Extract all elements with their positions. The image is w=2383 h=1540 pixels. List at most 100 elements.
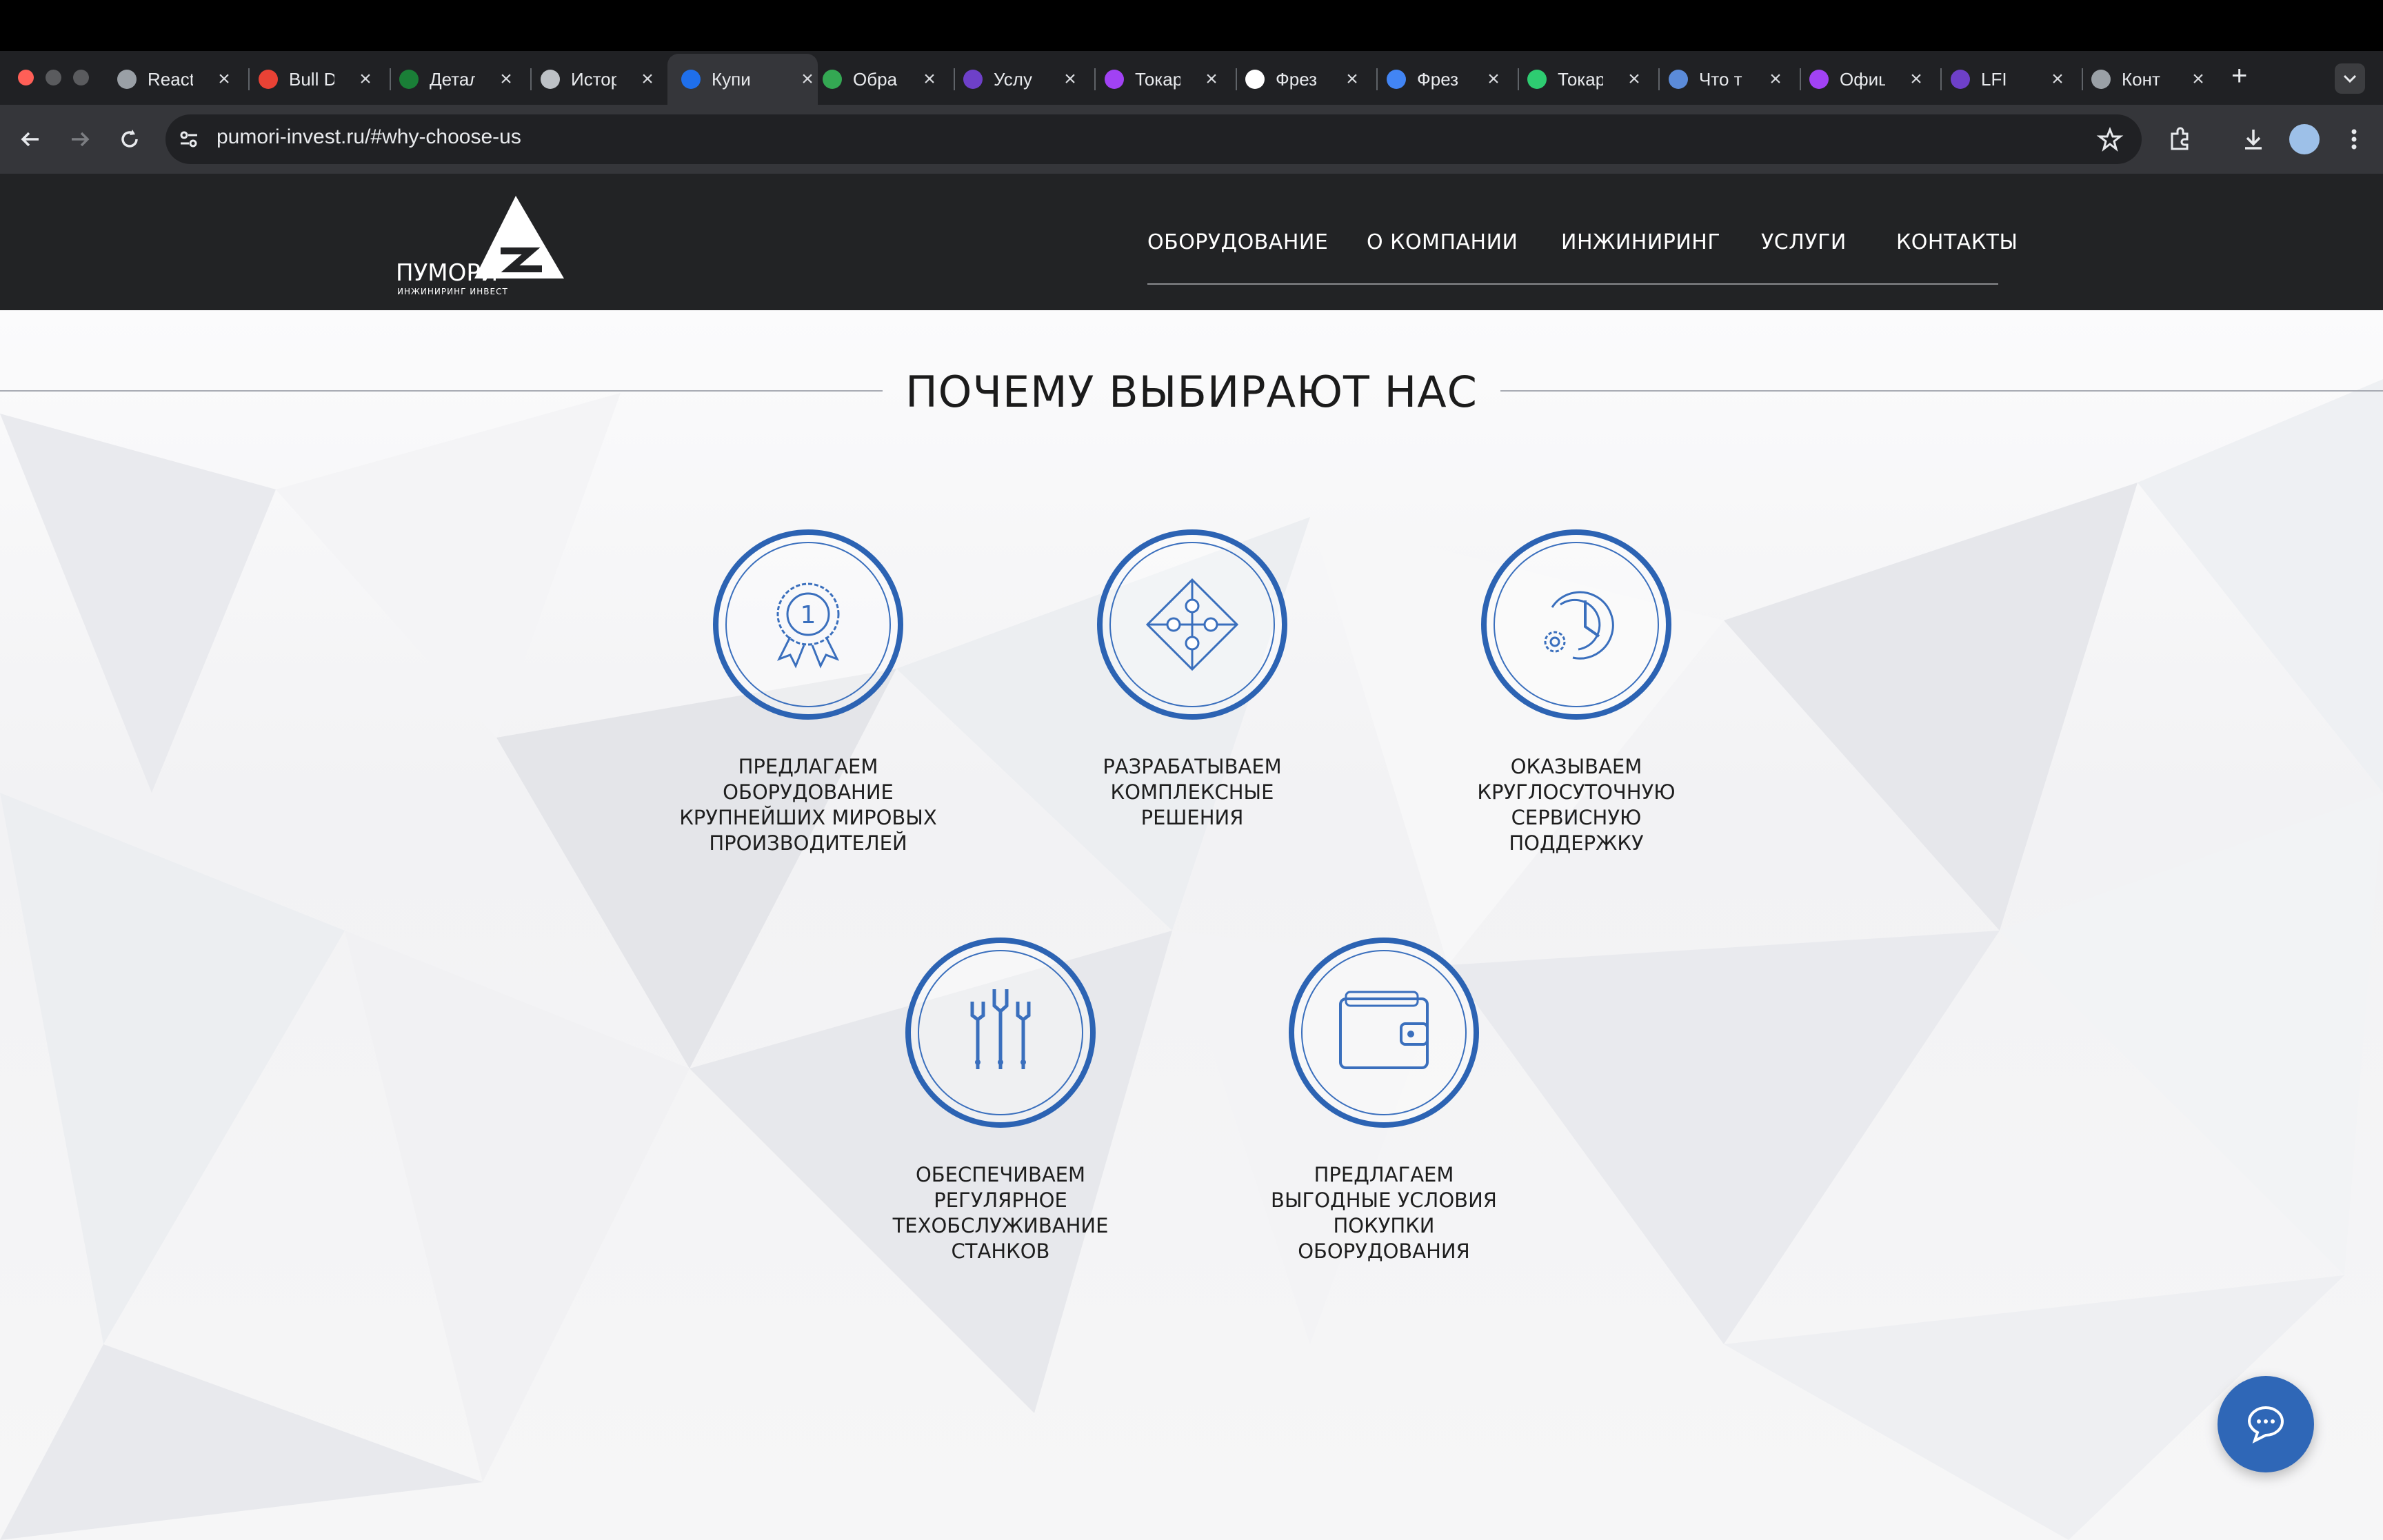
tab-search-button[interactable]: [2335, 63, 2365, 94]
browser-tab[interactable]: Фрез ×: [1387, 58, 1504, 101]
tab-title: Обра: [853, 68, 898, 90]
browser-tab[interactable]: LFI ×: [1951, 58, 2068, 101]
new-tab-button[interactable]: +: [2231, 61, 2247, 92]
puzzle-icon: [1145, 578, 1239, 671]
download-icon[interactable]: [2238, 124, 2269, 154]
tab-favicon-icon: [963, 70, 983, 89]
bookmark-star-icon[interactable]: [2095, 124, 2125, 154]
browser-tab[interactable]: Офиц ×: [1809, 58, 1927, 101]
tab-title: Токар: [1558, 68, 1603, 90]
tab-separator: [530, 68, 532, 90]
nav-equipment[interactable]: ОБОРУДОВАНИЕ: [1147, 230, 1328, 254]
browser-tab[interactable]: Что т ×: [1669, 58, 1786, 101]
tab-title: Истор: [571, 68, 616, 90]
browser-tab[interactable]: Услу ×: [963, 58, 1080, 101]
tab-close-icon[interactable]: ×: [496, 68, 516, 91]
tab-favicon-icon: [1951, 70, 1970, 89]
tab-title: Конт: [2122, 68, 2160, 90]
tab-favicon-icon: [1669, 70, 1688, 89]
tab-close-icon[interactable]: ×: [355, 68, 376, 91]
tab-title: LFI: [1981, 68, 2007, 90]
feature-3-circle: [1481, 529, 1671, 720]
tab-title: Фрез: [1417, 68, 1459, 90]
tab-separator: [1236, 68, 1237, 90]
browser-tab[interactable]: Обра ×: [823, 58, 940, 101]
tab-close-icon[interactable]: ×: [1624, 68, 1645, 91]
tab-favicon-icon: [1245, 70, 1265, 89]
chat-bubble-icon: [2247, 1406, 2284, 1443]
tab-favicon-icon: [1387, 70, 1406, 89]
tab-favicon-icon: [399, 70, 419, 89]
nav-contacts[interactable]: КОНТАКТЫ: [1896, 230, 2018, 254]
tab-close-icon[interactable]: ×: [1483, 68, 1504, 91]
tab-title: Что т: [1699, 68, 1742, 90]
site-logo[interactable]: ПУМОРИ ИНЖИНИРИНГ ИНВЕСТ: [396, 196, 568, 296]
tab-separator: [1940, 68, 1942, 90]
tab-close-icon[interactable]: ×: [797, 68, 818, 91]
reload-icon[interactable]: [114, 124, 145, 154]
why-choose-us-section: [0, 310, 2383, 1540]
tab-separator: [1376, 68, 1378, 90]
feature-1-caption: ПРЕДЛАГАЕМ ОБОРУДОВАНИЕ КРУПНЕЙШИХ МИРОВ…: [679, 755, 937, 855]
back-icon[interactable]: [15, 124, 46, 154]
browser-tab[interactable]: Токар ×: [1527, 58, 1645, 101]
nav-underline: [1147, 283, 1998, 285]
extensions-icon[interactable]: [2165, 124, 2195, 154]
window-maximize-button[interactable]: [73, 70, 89, 85]
tab-separator: [1094, 68, 1096, 90]
tab-close-icon[interactable]: ×: [1342, 68, 1363, 91]
tab-close-icon[interactable]: ×: [637, 68, 658, 91]
browser-tab[interactable]: Детал ×: [399, 58, 516, 101]
chevron-down-icon: [2343, 74, 2357, 83]
tab-favicon-icon: [117, 70, 137, 89]
feature-3-caption: ОКАЗЫВАЕМ КРУГЛОСУТОЧНУЮ СЕРВИСНУЮ ПОДДЕ…: [1477, 755, 1676, 855]
tab-separator: [1518, 68, 1519, 90]
tab-favicon-icon: [823, 70, 842, 89]
tab-title: Детал: [430, 68, 475, 90]
window-close-button[interactable]: [18, 70, 34, 85]
svg-text:1: 1: [801, 601, 816, 629]
tab-close-icon[interactable]: ×: [2047, 68, 2068, 91]
clock-gear-icon: [1544, 591, 1614, 660]
feature-4-caption: ОБЕСПЕЧИВАЕМ РЕГУЛЯРНОЕ ТЕХОБСЛУЖИВАНИЕ …: [892, 1163, 1109, 1263]
tab-close-icon[interactable]: ×: [1765, 68, 1786, 91]
tab-separator: [1800, 68, 1801, 90]
tab-favicon-icon: [1105, 70, 1124, 89]
screen-top-bar: [0, 0, 2383, 51]
browser-tab[interactable]: Истор ×: [541, 58, 658, 101]
tab-close-icon[interactable]: ×: [2188, 68, 2209, 91]
url-text[interactable]: pumori-invest.ru/#why-choose-us: [217, 125, 521, 149]
more-menu-icon[interactable]: [2339, 124, 2369, 154]
nav-about[interactable]: О КОМПАНИИ: [1367, 230, 1518, 254]
feature-5-circle: [1289, 938, 1479, 1128]
tab-close-icon[interactable]: ×: [1906, 68, 1927, 91]
browser-tab[interactable]: Купи ×: [667, 54, 818, 105]
tab-title: React: [148, 68, 193, 90]
wallet-icon: [1339, 991, 1429, 1069]
nav-services[interactable]: УСЛУГИ: [1761, 230, 1847, 254]
window-minimize-button[interactable]: [46, 70, 61, 85]
feature-1-circle: 1: [713, 529, 903, 720]
logo-name: ПУМОРИ: [396, 259, 499, 287]
browser-tab[interactable]: Токар ×: [1105, 58, 1222, 101]
profile-avatar[interactable]: [2289, 124, 2320, 154]
tab-close-icon[interactable]: ×: [1060, 68, 1080, 91]
nav-engineering[interactable]: ИНЖИНИРИНГ: [1561, 230, 1720, 254]
browser-tab[interactable]: Конт ×: [2091, 58, 2209, 101]
site-settings-icon[interactable]: [175, 125, 203, 153]
browser-tab[interactable]: React ×: [117, 58, 234, 101]
chat-widget-button[interactable]: [2218, 1376, 2314, 1472]
tab-close-icon[interactable]: ×: [919, 68, 940, 91]
tab-favicon-icon: [259, 70, 278, 89]
tab-close-icon[interactable]: ×: [214, 68, 234, 91]
logo-tagline: ИНЖИНИРИНГ ИНВЕСТ: [397, 287, 508, 296]
browser-tab[interactable]: Bull D ×: [259, 58, 376, 101]
award-medal-icon: 1: [776, 582, 840, 669]
tab-title: Офиц: [1840, 68, 1885, 90]
tab-separator: [248, 68, 250, 90]
feature-2-circle: [1097, 529, 1287, 720]
tab-favicon-icon: [1809, 70, 1829, 89]
tab-close-icon[interactable]: ×: [1201, 68, 1222, 91]
forward-icon[interactable]: [65, 124, 95, 154]
browser-tab[interactable]: Фрез ×: [1245, 58, 1363, 101]
